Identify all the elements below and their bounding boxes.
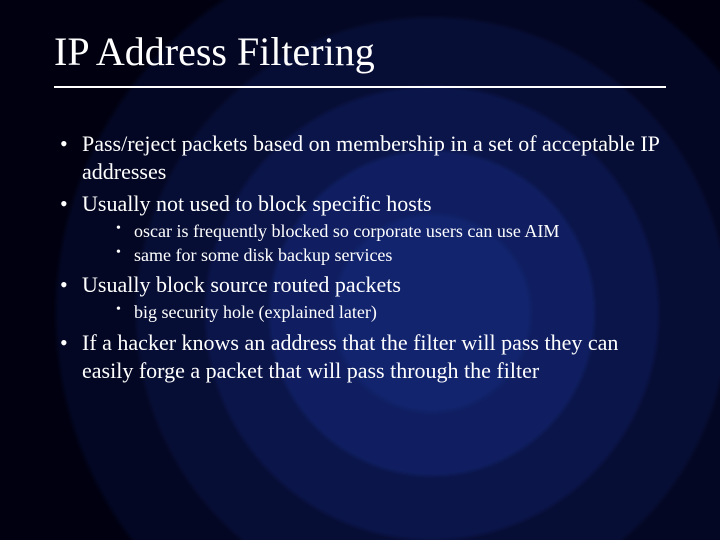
sub-bullet-item: big security hole (explained later) xyxy=(82,301,666,324)
bullet-item: Pass/reject packets based on membership … xyxy=(54,130,666,186)
bullet-text: Pass/reject packets based on membership … xyxy=(82,131,659,184)
bullet-list: Pass/reject packets based on membership … xyxy=(54,130,666,385)
sub-bullet-text: same for some disk backup services xyxy=(134,245,392,265)
slide-content: Pass/reject packets based on membership … xyxy=(54,130,666,389)
bullet-text: If a hacker knows an address that the fi… xyxy=(82,330,618,383)
bullet-text: Usually block source routed packets xyxy=(82,272,401,297)
title-underline xyxy=(54,86,666,88)
bullet-item: Usually not used to block specific hosts… xyxy=(54,190,666,267)
sub-bullet-item: same for some disk backup services xyxy=(82,244,666,267)
sub-bullet-text: big security hole (explained later) xyxy=(134,302,377,322)
slide: IP Address Filtering Pass/reject packets… xyxy=(0,0,720,540)
slide-title: IP Address Filtering xyxy=(54,28,375,75)
sub-bullet-item: oscar is frequently blocked so corporate… xyxy=(82,220,666,243)
bullet-item: Usually block source routed packets big … xyxy=(54,271,666,325)
sub-bullet-list: oscar is frequently blocked so corporate… xyxy=(82,220,666,267)
bullet-item: If a hacker knows an address that the fi… xyxy=(54,329,666,385)
bullet-text: Usually not used to block specific hosts xyxy=(82,191,432,216)
sub-bullet-list: big security hole (explained later) xyxy=(82,301,666,324)
sub-bullet-text: oscar is frequently blocked so corporate… xyxy=(134,221,559,241)
